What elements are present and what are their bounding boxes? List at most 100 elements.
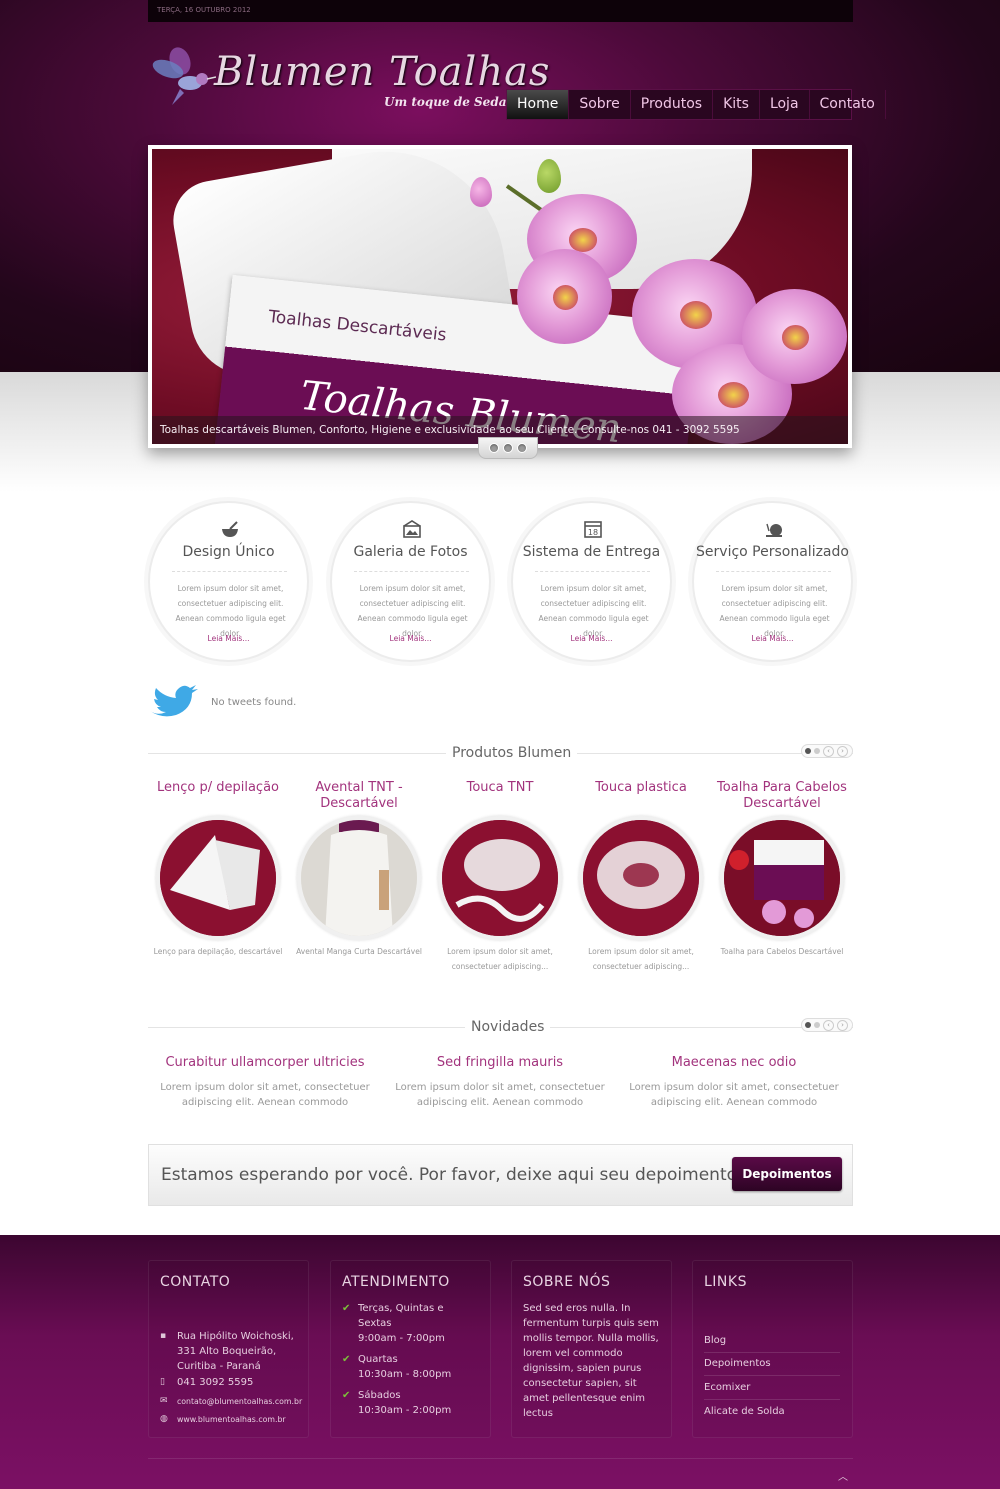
hummingbird-icon [152,47,216,105]
product-title[interactable]: Touca TNT [430,780,570,816]
slider-dot[interactable] [489,443,499,453]
email-text[interactable]: contato@blumentoalhas.com.br [177,1394,302,1409]
contact-website[interactable]: ◍ www.blumentoalhas.com.br [160,1412,286,1427]
hours-days: Sábados [358,1390,401,1401]
product-image[interactable] [156,816,280,940]
footer-link-alicate[interactable]: Alicate de Solda [704,1406,840,1423]
footer-column-title: CONTATO [160,1274,231,1290]
news-title[interactable]: Curabitur ullamcorper ultricies [148,1055,382,1070]
orchid-flower [517,249,612,344]
product-card[interactable]: Toalha Para Cabelos Descartável Toalha p… [712,780,852,959]
mortar-icon [222,521,238,537]
hours-days: Quartas [358,1354,398,1365]
website-text[interactable]: www.blumentoalhas.com.br [177,1412,286,1427]
product-card[interactable]: Touca TNT Lorem ipsum dolor sit amet, co… [430,780,570,974]
nav-contato[interactable]: Contato [810,90,886,119]
feature-text: Lorem ipsum dolor sit amet, consectetuer… [357,584,468,638]
prev-arrow-icon[interactable]: ‹ [823,745,834,757]
product-image[interactable] [438,816,562,940]
news-text: Lorem ipsum dolor sit amet, consectetuer… [160,1082,370,1108]
product-title[interactable]: Lenço p/ depilação [148,780,288,816]
testimonial-cta: Estamos esperando por você. Por favor, d… [148,1144,853,1206]
envelope-icon: ✉ [160,1396,168,1406]
product-image[interactable] [579,816,703,940]
footer-column-title: SOBRE NÓS [523,1274,611,1290]
check-icon: ✔ [342,1303,351,1314]
carousel-dot[interactable] [814,748,820,754]
calendar-icon: 18 [584,521,602,538]
next-arrow-icon[interactable]: › [837,1019,848,1031]
cta-text: Estamos esperando por você. Por favor, d… [161,1165,744,1185]
hours-item: ✔ Quartas 10:30am - 8:00pm [342,1352,472,1382]
feature-title: Design Único [182,544,275,560]
nav-home[interactable]: Home [507,90,570,119]
nav-sobre[interactable]: Sobre [569,90,631,119]
slider-dot[interactable] [517,443,527,453]
product-image[interactable] [297,816,421,940]
current-date: TERÇA, 16 OUTUBRO 2012 [157,6,251,14]
product-image[interactable] [720,816,844,940]
hours-item: ✔ Terças, Quintas e Sextas 9:00am - 7:00p… [342,1301,472,1346]
product-desc: Lorem ipsum dolor sit amet, consectetuer… [588,947,694,971]
hours-time: 10:30am - 8:00pm [358,1369,452,1380]
footer-column-title: LINKS [704,1274,747,1290]
feature-title: Serviço Personalizado [696,544,849,560]
photo-icon [403,520,421,538]
slide-package-text: Toalhas Descartáveis [267,306,448,346]
product-desc: Lenço para depilação, descartável [153,947,283,956]
feature-gallery: Galeria de Fotos Lorem ipsum dolor sit a… [330,501,491,662]
contact-email[interactable]: ✉ contato@blumentoalhas.com.br [160,1394,302,1409]
news-section-title: Novidades [465,1019,551,1035]
read-more-link[interactable]: Leia Mais... [150,634,307,643]
product-title[interactable]: Toalha Para Cabelos Descartável [712,780,852,816]
tweets-status: No tweets found. [211,697,297,708]
feature-text: Lorem ipsum dolor sit amet, consectetuer… [175,584,286,638]
footer-link-depoimentos[interactable]: Depoimentos [704,1358,840,1376]
news-title[interactable]: Sed fringilla mauris [383,1055,617,1070]
site-logo[interactable]: Blumen Toalhas Um toque de Seda [150,45,549,120]
news-item: Sed fringilla mauris Lorem ipsum dolor s… [383,1055,617,1110]
nav-kits[interactable]: Kits [713,90,760,119]
product-title[interactable]: Avental TNT - Descartável [289,780,429,816]
prev-arrow-icon[interactable]: ‹ [823,1019,834,1031]
carousel-dot[interactable] [814,1022,820,1028]
news-item: Curabitur ullamcorper ultricies Lorem ip… [148,1055,382,1110]
back-to-top-icon[interactable]: ︿ [838,1468,848,1483]
divider [148,1458,853,1459]
news-title[interactable]: Maecenas nec odio [617,1055,851,1070]
hero-slider[interactable]: Toalhas Descartáveis Toalhas Blumen Toal… [148,145,852,448]
nav-produtos[interactable]: Produtos [631,90,714,119]
footer-link-blog[interactable]: Blog [704,1335,840,1353]
next-arrow-icon[interactable]: › [837,745,848,757]
main-nav: Home Sobre Produtos Kits Loja Contato [506,89,886,120]
footer-contact: CONTATO ▪ Rua Hipólito Woichoski, 331 Al… [148,1260,309,1438]
read-more-link[interactable]: Leia Mais... [332,634,489,643]
slider-dot[interactable] [503,443,513,453]
testimonials-button[interactable]: Depoimentos [732,1157,842,1191]
product-title[interactable]: Touca plastica [571,780,711,816]
product-desc: Avental Manga Curta Descartável [296,947,422,956]
nav-loja[interactable]: Loja [760,90,810,119]
globe-icon: ◍ [160,1414,168,1424]
footer-hours: ATENDIMENTO ✔ Terças, Quintas e Sextas 9:… [330,1260,491,1438]
read-more-link[interactable]: Leia Mais... [513,634,670,643]
product-card[interactable]: Avental TNT - Descartável Avental Manga … [289,780,429,959]
product-card[interactable]: Lenço p/ depilação Lenço para depilação,… [148,780,288,959]
footer-column-title: ATENDIMENTO [342,1274,450,1290]
divider [535,571,650,572]
footer-about: SOBRE NÓS Sed sed eros nulla. In ferment… [511,1260,672,1438]
logo-tagline: Um toque de Seda [384,95,507,109]
contact-phone: ▯ 041 3092 5595 [160,1375,253,1390]
product-card[interactable]: Touca plastica Lorem ipsum dolor sit ame… [571,780,711,974]
orchid-flower [742,289,847,384]
logo-title: Blumen Toalhas [214,49,551,95]
twitter-bird-icon[interactable] [148,685,198,721]
check-icon: ✔ [342,1354,351,1365]
products-carousel-nav: ‹ › [801,744,853,758]
feature-text: Lorem ipsum dolor sit amet, consectetuer… [719,584,830,638]
feature-delivery: 18 Sistema de Entrega Lorem ipsum dolor … [511,501,672,662]
footer-link-ecomixer[interactable]: Ecomixer [704,1382,840,1400]
read-more-link[interactable]: Leia Mais... [694,634,851,643]
carousel-dot[interactable] [805,1022,811,1028]
carousel-dot[interactable] [805,748,811,754]
